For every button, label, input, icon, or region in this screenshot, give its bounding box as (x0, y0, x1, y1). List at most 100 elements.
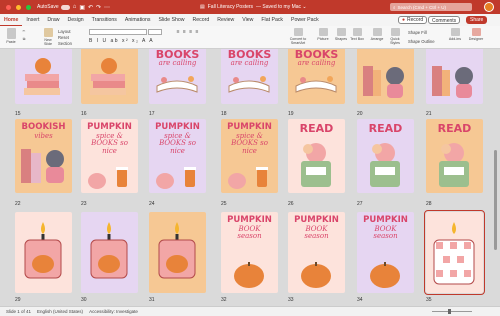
slide-thumbnail[interactable]: PUMPKIN spice & BOOKS so nice (81, 119, 138, 193)
slide-thumbnail[interactable]: PUMPKIN BOOK season (357, 212, 414, 293)
copy-icon[interactable]: ⧉ (20, 37, 28, 41)
text-box-button[interactable]: Text Box (350, 28, 364, 41)
paragraph-controls[interactable]: ≡ ≡ ≡ ≡ (168, 29, 208, 35)
slide-thumbnail[interactable] (149, 212, 206, 293)
text-format-row[interactable]: B I U ab x² x₂ A A (89, 38, 154, 44)
slide-thumbnail[interactable]: BOOKISH vibes (15, 119, 72, 193)
save-icon[interactable]: ▣ (79, 4, 85, 11)
slide-number: 33 (288, 297, 294, 303)
quick-styles-icon (390, 28, 400, 36)
picture-button[interactable]: Picture (316, 28, 330, 41)
slide-thumbnail[interactable] (426, 49, 483, 104)
avatar[interactable] (484, 2, 494, 12)
tab-flat-pack[interactable]: Flat Pack (257, 14, 287, 26)
slide-number: 23 (81, 201, 87, 207)
home-icon[interactable]: ⌂ (73, 4, 77, 10)
slide-thumbnail[interactable] (357, 49, 414, 104)
designer-button[interactable]: Designer (468, 28, 484, 41)
new-slide-button[interactable]: New Slide (40, 28, 56, 46)
language-status[interactable]: English (United States) (37, 309, 83, 314)
save-state[interactable]: — Saved to my Mac ⌄ (256, 4, 307, 10)
slide-title: PUMPKIN (294, 215, 339, 225)
slide-thumbnail[interactable] (15, 49, 72, 104)
minimize-window-button[interactable] (16, 4, 21, 10)
tab-record[interactable]: Record (188, 14, 213, 26)
tab-design[interactable]: Design (64, 14, 88, 26)
slide-illustration (432, 66, 473, 98)
ribbon: Paste ✂ ⧉ New Slide Layout Reset Section… (0, 26, 500, 49)
tab-home[interactable]: Home (0, 14, 23, 26)
quick-styles-label: Quick Styles (390, 37, 400, 45)
tab-draw[interactable]: Draw (43, 14, 63, 26)
slide-thumbnail[interactable]: BOOKS are calling (149, 49, 206, 104)
shapes-button[interactable]: Shapes (334, 28, 348, 41)
font-family-select[interactable] (89, 29, 147, 35)
autosave-toggle[interactable] (60, 4, 70, 10)
slide-thumbnail[interactable]: READ (426, 119, 483, 193)
slide-thumbnail[interactable] (81, 212, 138, 293)
slide-thumbnail[interactable]: PUMPKIN BOOK season (221, 212, 278, 293)
slide-subtitle: are calling (297, 59, 336, 67)
tab-animations[interactable]: Animations (121, 14, 155, 26)
slide-illustration (90, 58, 126, 95)
layout-button[interactable]: Layout (58, 29, 71, 34)
more-icon[interactable]: ⋯ (104, 4, 110, 11)
tab-slide-show[interactable]: Slide Show (155, 14, 189, 26)
reset-button[interactable]: Reset (58, 35, 69, 40)
document-title: ▤ Fall Literacy Posters — Saved to my Ma… (200, 4, 307, 10)
shape-fill-button[interactable]: Shape Fill (408, 30, 427, 35)
slide-number: 34 (357, 297, 363, 303)
tab-insert[interactable]: Insert (22, 14, 43, 26)
slide-number: 22 (15, 201, 21, 207)
section-button[interactable]: Section (58, 41, 72, 46)
close-window-button[interactable] (6, 4, 11, 10)
add-ins-button[interactable]: Add-ins (448, 28, 462, 41)
undo-icon[interactable]: ↶ (88, 4, 93, 11)
slide-thumbnail[interactable]: BOOKS are calling (288, 49, 345, 104)
comments-button[interactable]: Comments (428, 16, 461, 24)
slide-thumbnail[interactable] (81, 49, 138, 104)
slide-illustration (363, 66, 404, 98)
font-size-select[interactable] (148, 29, 162, 35)
text-box-icon (352, 28, 362, 36)
cut-icon[interactable]: ✂ (20, 29, 28, 33)
text-box-label: Text Box (350, 37, 364, 41)
shape-outline-button[interactable]: Shape Outline (408, 39, 435, 44)
slide-subtitle: spice & BOOKS so nice (159, 132, 196, 155)
tab-power-pack[interactable]: Power Pack (287, 14, 323, 26)
search-placeholder: Search (Cmd + Ctrl + U) (397, 4, 447, 10)
redo-icon[interactable]: ↷ (96, 4, 101, 11)
slide-thumbnail[interactable]: PUMPKIN spice & BOOKS so nice (149, 119, 206, 193)
record-button[interactable]: ● Record (398, 16, 428, 24)
slide-subtitle: spice & BOOKS so nice (91, 132, 128, 155)
designer-label: Designer (468, 37, 484, 41)
share-button[interactable]: Share (466, 16, 488, 24)
slide-title: READ (368, 122, 403, 135)
arrange-button[interactable]: Arrange (370, 28, 384, 41)
slide-illustration (24, 222, 62, 279)
tab-view[interactable]: View (238, 14, 257, 26)
tab-transitions[interactable]: Transitions (88, 14, 121, 26)
slide-subtitle: BOOK season (304, 225, 329, 241)
zoom-slider[interactable] (432, 311, 472, 312)
vertical-scrollbar[interactable] (494, 150, 497, 250)
slide-thumbnail[interactable] (15, 212, 72, 293)
quick-styles-button[interactable]: Quick Styles (388, 28, 402, 45)
paste-button[interactable]: Paste (4, 28, 18, 44)
search-input[interactable]: ⌕ Search (Cmd + Ctrl + U) (390, 3, 472, 11)
slide-thumbnail[interactable]: PUMPKIN BOOK season (288, 212, 345, 293)
slide-thumbnail[interactable]: BOOKS are calling (221, 49, 278, 104)
slide-thumbnail[interactable]: PUMPKIN spice & BOOKS so nice (221, 119, 278, 193)
zoom-window-button[interactable] (26, 4, 31, 10)
slide-illustration (158, 222, 196, 279)
slide-subtitle: are calling (230, 59, 269, 67)
accessibility-status[interactable]: Accessibility: Investigate (89, 309, 138, 314)
convert-smartart-button[interactable]: Convert to SmartArt (288, 28, 308, 45)
slide-thumbnail[interactable]: READ (288, 119, 345, 193)
zoom-slider-knob[interactable] (448, 309, 451, 314)
slide-thumbnail[interactable]: READ (357, 119, 414, 193)
slide-thumbnail[interactable] (424, 210, 485, 295)
tab-review[interactable]: Review (213, 14, 238, 26)
document-name: Fall Literacy Posters (207, 4, 254, 10)
slide-title: PUMPKIN (155, 122, 200, 132)
